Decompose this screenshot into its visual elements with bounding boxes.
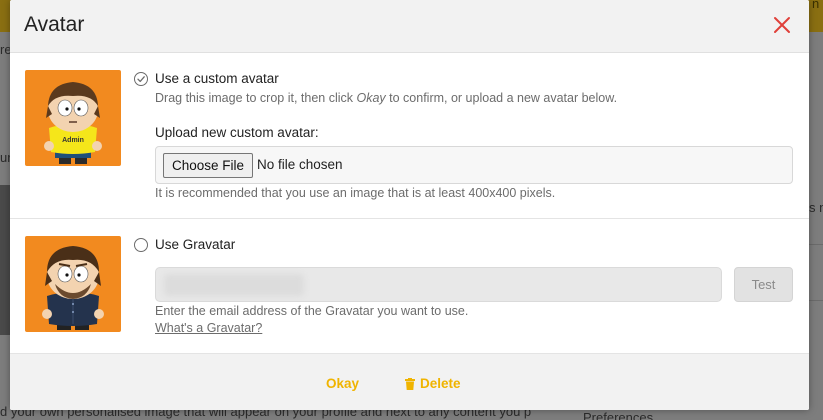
dialog-title: Avatar [24,13,85,36]
check-circle-icon[interactable] [134,71,148,86]
avatar-dialog: Avatar Admin Use a custom avatar Drag th… [10,0,809,410]
test-button[interactable]: Test [734,267,793,302]
close-icon [774,17,790,33]
dialog-footer: Okay Delete [10,353,809,410]
close-button[interactable] [769,12,795,38]
gravatar-option[interactable]: Use Gravatar [134,237,235,252]
avatar-character-illustration: Admin [44,82,102,164]
custom-avatar-section: Admin Use a custom avatar Drag this imag… [10,53,809,219]
radio-empty-icon[interactable] [134,237,148,252]
crop-instructions-text: Drag this image to crop it, then click [155,91,357,105]
dialog-header: Avatar [10,0,809,53]
bg-text-fragment: s n [809,200,823,215]
bg-divider [809,244,823,245]
delete-button[interactable]: Delete [405,376,461,391]
custom-avatar-preview[interactable]: Admin [25,70,121,166]
trash-icon [405,377,415,390]
file-upload-field[interactable]: Choose File No file chosen [155,146,793,184]
no-file-chosen-text: No file chosen [257,157,343,172]
bg-dark-block [0,185,10,335]
crop-instructions-text-end: to confirm, or upload a new avatar below… [385,91,618,105]
okay-button[interactable]: Okay [326,376,359,391]
whats-gravatar-link[interactable]: What's a Gravatar? [155,321,262,335]
bg-topbar-text: n [812,0,820,11]
bg-preferences-label: Preferences [583,410,654,420]
redacted-email-value [164,274,304,296]
gravatar-label[interactable]: Use Gravatar [155,237,235,252]
custom-avatar-option[interactable]: Use a custom avatar [134,71,279,86]
bg-divider [809,300,823,301]
size-recommendation: It is recommended that you use an image … [155,186,556,200]
gravatar-email-input[interactable] [155,267,722,302]
upload-label: Upload new custom avatar: [155,125,319,140]
gravatar-email-hint: Enter the email address of the Gravatar … [155,304,469,318]
delete-label[interactable]: Delete [420,376,461,391]
gravatar-character-illustration [42,246,104,330]
avatar-badge-text: Admin [62,137,84,144]
crop-instructions-okay: Okay [356,91,386,105]
choose-file-button[interactable]: Choose File [163,153,254,178]
gravatar-section: Use Gravatar Test Enter the email addres… [10,220,809,353]
custom-avatar-label[interactable]: Use a custom avatar [155,71,279,86]
crop-instructions: Drag this image to crop it, then click O… [155,91,617,105]
gravatar-preview [25,236,121,332]
